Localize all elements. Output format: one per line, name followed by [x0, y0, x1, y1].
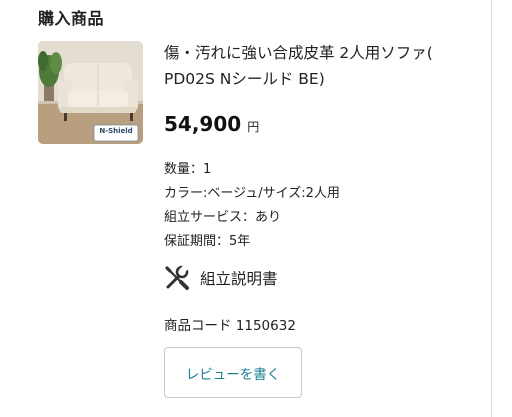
tools-icon — [165, 265, 189, 290]
spec-assembly-service: 組立サービス：あり — [164, 210, 282, 225]
purchased-items-panel: 購入商品 N-Shield 傷・汚れに強い合成皮革 2人用ソファ(PD02S … — [0, 0, 512, 417]
assembly-manual-label[interactable]: 組立説明書 — [200, 267, 278, 289]
product-name[interactable]: 傷・汚れに強い合成皮革 2人用ソファ( PD02S Nシールド BE) — [164, 40, 464, 92]
panel-divider — [491, 0, 492, 417]
spec-quantity: 数量：1 — [164, 162, 212, 177]
write-review-button[interactable]: レビューを書く — [164, 347, 302, 398]
spec-warranty: 保証期間：5年 — [164, 234, 251, 249]
price-unit: 円 — [247, 120, 260, 134]
spec-color-size: カラー:ベージュ/サイズ:2人用 — [164, 186, 340, 201]
price-amount: 54,900 — [164, 112, 242, 136]
assembly-manual-link[interactable]: 組立説明書 — [164, 265, 278, 291]
spec-list: 数量：1 カラー:ベージュ/サイズ:2人用 組立サービス：あり 保証期間：5年 — [164, 158, 340, 254]
product-image[interactable]: N-Shield — [38, 41, 143, 144]
price: 54,900 円 — [164, 112, 259, 136]
product-code: 商品コード 1150632 — [164, 318, 296, 334]
section-title: 購入商品 — [38, 9, 105, 28]
n-shield-badge: N-Shield — [99, 127, 133, 135]
